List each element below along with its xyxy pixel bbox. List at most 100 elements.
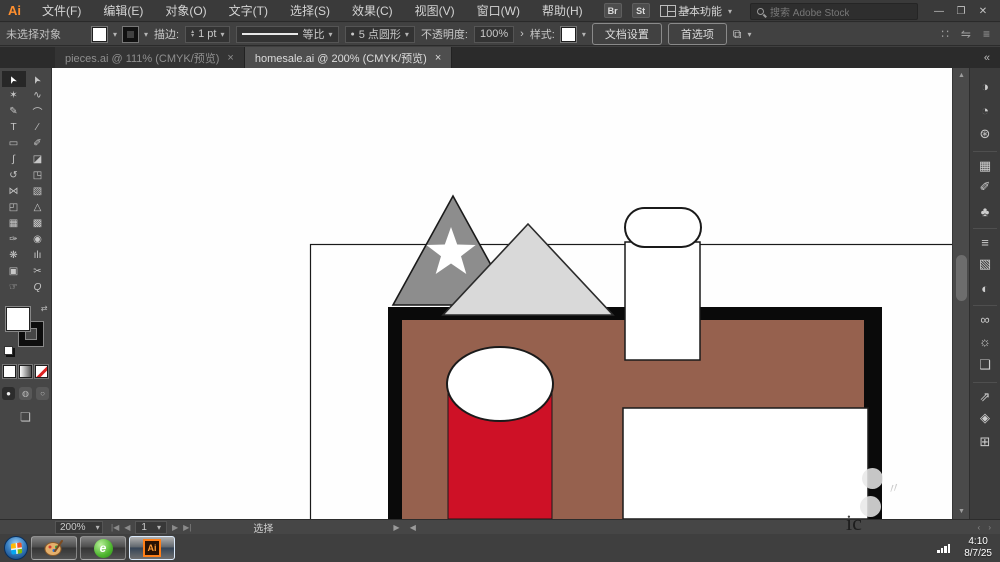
grid-icon[interactable]: ∷ [941, 27, 949, 41]
tool-direct-selection[interactable]: ➤ [26, 71, 50, 87]
chevron-down-icon[interactable]: ▾ [113, 30, 117, 39]
last-artboard-icon[interactable]: ▶| [183, 523, 191, 532]
horizontal-scroll-arrows[interactable]: ‹ › [977, 523, 994, 532]
brush-definition-dropdown[interactable]: ● 5 点圆形 ▾ [345, 26, 415, 43]
scroll-down-icon[interactable]: ▼ [953, 508, 970, 515]
default-fill-stroke-icon[interactable] [4, 346, 13, 355]
panel-stroke[interactable]: ≡ [973, 228, 997, 252]
tool-artboard[interactable]: ▣ [2, 263, 26, 279]
preferences-button[interactable]: 首选项 [668, 23, 727, 45]
panel-artboards[interactable]: ⊞ [973, 430, 997, 454]
tool-width[interactable]: ⋈ [2, 183, 26, 199]
tool-eyedropper[interactable]: ✑ [2, 231, 26, 247]
chevron-down-icon[interactable]: ▾ [144, 30, 148, 39]
tool-mesh[interactable]: ▦ [2, 215, 26, 231]
tool-shape-builder[interactable]: ◰ [2, 199, 26, 215]
none-button[interactable] [35, 365, 48, 378]
close-button[interactable]: ✕ [974, 6, 992, 17]
network-signal-icon[interactable] [937, 544, 950, 553]
panel-libraries[interactable]: ∞ [973, 305, 997, 329]
tool-hand[interactable]: ☞ [2, 279, 26, 295]
vertical-scrollbar[interactable]: ▲ ▼ [952, 68, 969, 519]
menu-item-选择(S)[interactable]: 选择(S) [281, 0, 339, 21]
taskbar-app-paint[interactable] [31, 536, 77, 560]
menu-item-文件(F)[interactable]: 文件(F) [33, 0, 90, 21]
menu-item-文字(T)[interactable]: 文字(T) [220, 0, 277, 21]
stepper-icon[interactable]: ▴▾ [191, 30, 194, 38]
chevron-right-icon[interactable]: › [520, 28, 524, 40]
tool-perspective-grid[interactable]: △ [26, 199, 50, 215]
color-button[interactable] [3, 365, 16, 378]
stroke-color-swatch[interactable] [123, 27, 138, 42]
swap-fill-stroke-icon[interactable]: ⇄ [41, 304, 48, 313]
chevron-down-icon[interactable]: ▾ [747, 30, 751, 39]
panel-graphic-styles[interactable]: ❑ [973, 353, 997, 377]
artboard-number-dropdown[interactable]: 1 ▾ [135, 521, 167, 534]
taskbar-clock[interactable]: 4:10 8/7/25 [964, 536, 992, 560]
tool-line-segment[interactable]: ∕ [26, 119, 50, 135]
tool-blend[interactable]: ◉ [26, 231, 50, 247]
stock-search[interactable]: 搜索 Adobe Stock [750, 3, 918, 20]
stroke-weight-field[interactable]: ▴▾ 1 pt ▾ [185, 26, 230, 43]
workspace-switcher[interactable]: 基本功能 ▾ [672, 1, 738, 21]
tool-symbol-sprayer[interactable]: ❋ [2, 247, 26, 263]
panel-asset-export[interactable]: ⇗ [973, 382, 997, 406]
scrollbar-thumb[interactable] [956, 255, 967, 301]
style-swatch[interactable] [561, 27, 576, 42]
previous-artboard-icon[interactable]: ◀ [124, 523, 130, 532]
tab-homesale[interactable]: homesale.ai @ 200% (CMYK/预览) × [245, 47, 452, 68]
taskbar-app-browser[interactable]: e [80, 536, 126, 560]
tool-curvature[interactable]: ⌒ [26, 103, 50, 119]
tool-rotate[interactable]: ↺ [2, 167, 26, 183]
scroll-up-icon[interactable]: ▲ [953, 72, 970, 79]
chevron-down-icon[interactable]: ▾ [582, 30, 586, 39]
bridge-icon[interactable]: Br [604, 3, 622, 18]
tab-close-icon[interactable]: × [435, 52, 441, 64]
menu-item-编辑(E)[interactable]: 编辑(E) [94, 0, 152, 21]
menu-item-帮助(H)[interactable]: 帮助(H) [533, 0, 592, 21]
draw-inside-icon[interactable]: ○ [36, 387, 49, 400]
tool-free-transform[interactable]: ▧ [26, 183, 50, 199]
taskbar-app-illustrator[interactable]: Ai [129, 536, 175, 560]
fill-color-swatch[interactable] [92, 27, 107, 42]
tool-scale[interactable]: ◳ [26, 167, 50, 183]
status-flip-arrows[interactable]: ▶ ◀ [393, 523, 420, 532]
dock-control-icon[interactable]: ⇋ [961, 27, 971, 41]
tool-column-graph[interactable]: ılı [26, 247, 50, 263]
panel-color-guide[interactable]: ◔ [973, 98, 997, 122]
minimize-button[interactable]: — [930, 6, 948, 17]
opacity-field[interactable]: 100% [474, 26, 514, 43]
tool-eraser[interactable]: ◪ [26, 151, 50, 167]
collapse-panels-icon[interactable]: « [984, 52, 1000, 68]
tool-slice[interactable]: ✂ [26, 263, 50, 279]
zoom-level-dropdown[interactable]: 200% ▾ [55, 521, 103, 534]
first-artboard-icon[interactable]: |◀ [111, 523, 119, 532]
tool-paintbrush[interactable]: ✐ [26, 135, 50, 151]
menu-item-对象(O)[interactable]: 对象(O) [156, 0, 215, 21]
tool-gradient[interactable]: ▩ [26, 215, 50, 231]
start-button[interactable] [4, 536, 28, 560]
stroke-profile-dropdown[interactable]: 等比 ▾ [236, 26, 338, 43]
restore-button[interactable]: ❐ [952, 6, 970, 17]
artboard-canvas[interactable] [52, 68, 952, 519]
gradient-button[interactable] [19, 365, 32, 378]
tool-selection[interactable]: ➤ [2, 71, 26, 87]
menu-item-视图(V)[interactable]: 视图(V) [406, 0, 464, 21]
next-artboard-icon[interactable]: ▶ [172, 523, 178, 532]
panel-pattern-options[interactable]: ⊛ [973, 122, 997, 146]
panel-brushes[interactable]: ✐ [973, 175, 997, 199]
menu-item-效果(C)[interactable]: 效果(C) [343, 0, 402, 21]
list-icon[interactable]: ≡ [983, 27, 990, 41]
tool-rectangle[interactable]: ▭ [2, 135, 26, 151]
panel-layers[interactable]: ◈ [973, 406, 997, 430]
tool-type[interactable]: T [2, 119, 26, 135]
tool-zoom[interactable]: Q [26, 279, 50, 295]
draw-normal-icon[interactable]: ● [2, 387, 15, 400]
panel-color[interactable]: ◑ [973, 74, 997, 98]
stock-icon[interactable]: St [632, 3, 650, 18]
tab-close-icon[interactable]: × [227, 52, 233, 64]
document-setup-button[interactable]: 文档设置 [592, 23, 662, 45]
panel-transparency[interactable]: ◐ [973, 276, 997, 300]
panel-appearance[interactable]: ☼ [973, 329, 997, 353]
menu-item-窗口(W)[interactable]: 窗口(W) [468, 0, 529, 21]
